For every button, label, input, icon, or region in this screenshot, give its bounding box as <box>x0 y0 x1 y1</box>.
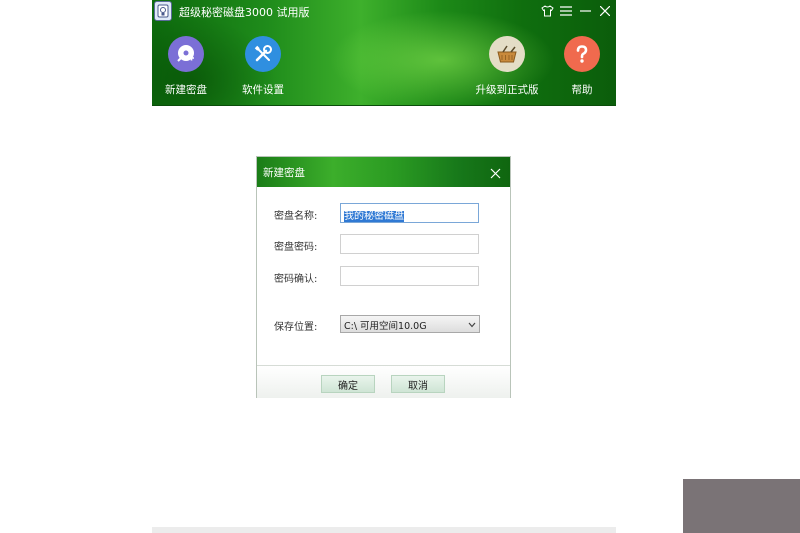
shopping-basket-icon <box>489 36 525 72</box>
app-status-bar <box>152 527 616 533</box>
cancel-button[interactable]: 取消 <box>391 375 445 393</box>
ok-button[interactable]: 确定 <box>321 375 375 393</box>
app-header: 超级秘密磁盘3000 试用版 新建密盘 软件设置 升级到正式版 帮助 <box>152 0 616 106</box>
dialog-close-icon[interactable] <box>489 165 502 179</box>
help-button[interactable]: 帮助 <box>547 36 617 97</box>
settings-button[interactable]: 软件设置 <box>228 36 298 97</box>
skin-shirt-icon[interactable] <box>539 3 555 19</box>
preview-thumbnail <box>683 479 800 533</box>
settings-label: 软件设置 <box>242 84 284 96</box>
close-icon[interactable] <box>597 3 613 19</box>
disk-name-label: 密盘名称: <box>274 211 318 222</box>
app-title: 超级秘密磁盘3000 试用版 <box>179 6 310 19</box>
new-disk-button[interactable]: 新建密盘 <box>151 36 221 97</box>
save-location-label: 保存位置: <box>274 322 318 333</box>
new-disk-label: 新建密盘 <box>165 84 207 96</box>
minimize-icon[interactable] <box>577 3 593 19</box>
chevron-down-icon <box>468 320 476 331</box>
app-logo-icon <box>154 1 172 21</box>
password-input[interactable] <box>340 234 479 254</box>
menu-icon[interactable] <box>558 3 574 19</box>
new-disk-dialog: 新建密盘 密盘名称: 我的秘密磁盘 密盘密码: 密码确认: 保存位置: C:\ … <box>256 156 511 398</box>
dialog-footer: 确定 取消 <box>257 365 510 398</box>
disk-name-input[interactable]: 我的秘密磁盘 <box>340 203 479 223</box>
disk-name-value: 我的秘密磁盘 <box>344 211 404 222</box>
password-label: 密盘密码: <box>274 242 318 253</box>
disk-icon <box>168 36 204 72</box>
upgrade-label: 升级到正式版 <box>475 84 539 96</box>
question-mark-icon <box>564 36 600 72</box>
dialog-header: 新建密盘 <box>257 157 510 187</box>
confirm-password-input[interactable] <box>340 266 479 286</box>
confirm-password-label: 密码确认: <box>274 274 318 285</box>
dialog-title: 新建密盘 <box>263 167 305 179</box>
save-location-value: C:\ 可用空间10.0G <box>344 321 427 332</box>
save-location-select[interactable]: C:\ 可用空间10.0G <box>340 315 480 333</box>
tools-icon <box>245 36 281 72</box>
help-label: 帮助 <box>571 84 593 96</box>
upgrade-button[interactable]: 升级到正式版 <box>472 36 542 97</box>
